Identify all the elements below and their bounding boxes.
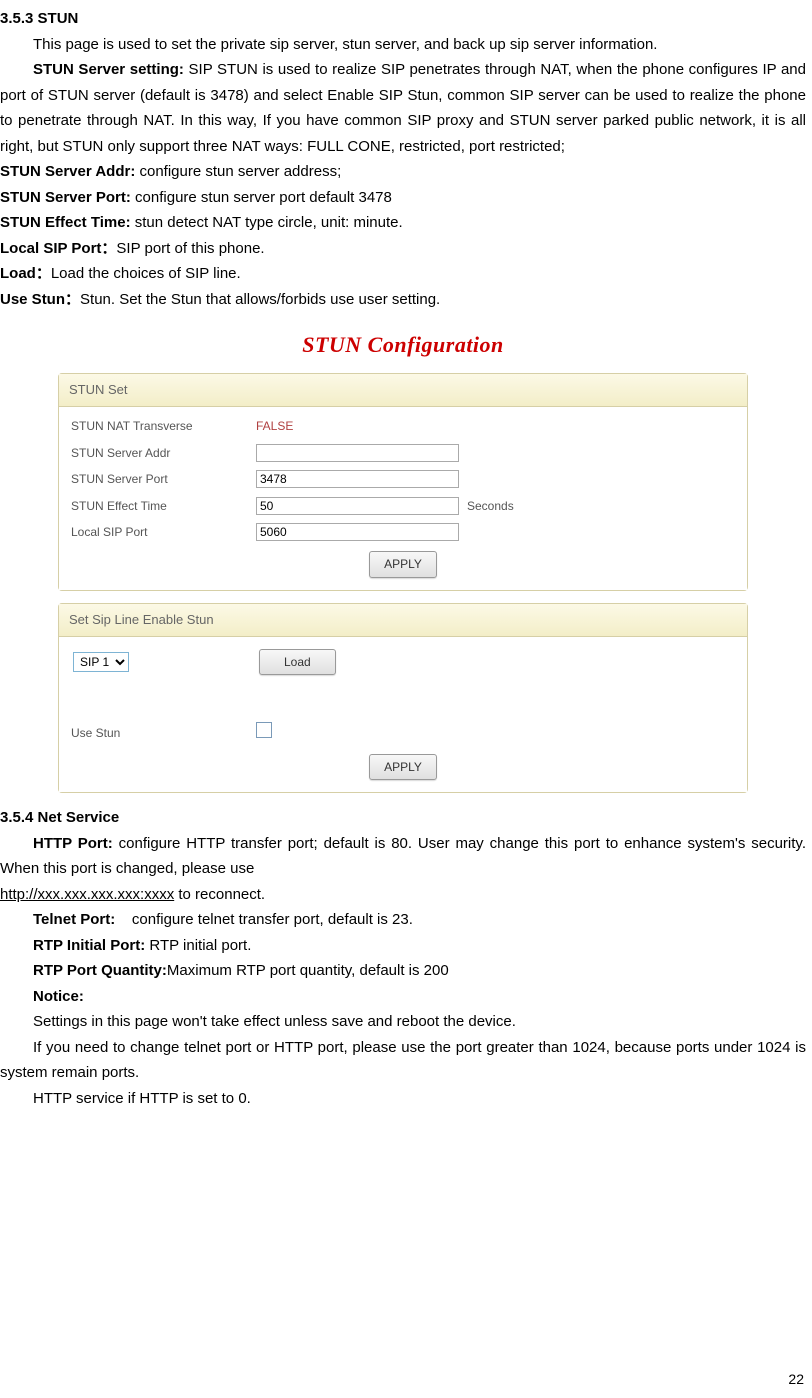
http-port-label: HTTP Port: [33, 835, 113, 852]
intro-paragraph: This page is used to set the private sip… [0, 32, 806, 58]
nat-transverse-value: FALSE [256, 416, 293, 436]
load-text: Load the choices of SIP line. [51, 265, 241, 282]
row-server-port: STUN Server Port [67, 466, 739, 492]
stun-effect-time-label: STUN Effect Time: [0, 214, 131, 231]
http-port-text: configure HTTP transfer port; default is… [0, 835, 806, 878]
server-port-input[interactable] [256, 470, 459, 488]
row-local-sip: Local SIP Port [67, 519, 739, 545]
server-addr-input[interactable] [256, 444, 459, 462]
section-353-title: 3.5.3 STUN [0, 0, 806, 32]
stun-effect-time-text: stun detect NAT type circle, unit: minut… [131, 214, 403, 231]
stun-server-port-text: configure stun server port default 3478 [131, 189, 392, 206]
effect-time-input[interactable] [256, 497, 459, 515]
config-title: STUN Configuration [58, 326, 748, 363]
stun-configuration-screenshot: STUN Configuration STUN Set STUN NAT Tra… [58, 326, 748, 793]
apply-button-2[interactable]: APPLY [369, 754, 437, 780]
stun-server-setting-label: STUN Server setting: [33, 61, 184, 78]
nat-transverse-label: STUN NAT Transverse [67, 416, 256, 436]
rtp-quantity-label: RTP Port Quantity: [33, 962, 167, 979]
row-use-stun: Use Stun [67, 719, 739, 747]
rtp-initial-text: RTP initial port. [145, 937, 251, 954]
rtp-quantity-text: Maximum RTP port quantity, default is 20… [167, 962, 449, 979]
local-sip-row-label: Local SIP Port [67, 522, 256, 542]
server-addr-row-label: STUN Server Addr [67, 443, 256, 463]
load-button[interactable]: Load [259, 649, 336, 675]
stun-server-addr-label: STUN Server Addr: [0, 163, 135, 180]
row-server-addr: STUN Server Addr [67, 440, 739, 466]
stun-server-addr-text: configure stun server address; [135, 163, 341, 180]
effect-time-row-label: STUN Effect Time [67, 496, 256, 516]
page-number: 22 [788, 1368, 804, 1392]
stun-server-port-label: STUN Server Port: [0, 189, 131, 206]
use-stun-row-label: Use Stun [67, 723, 256, 743]
local-sip-input[interactable] [256, 523, 459, 541]
sip-line-header: Set Sip Line Enable Stun [59, 604, 747, 637]
effect-time-unit: Seconds [467, 496, 514, 516]
stun-set-panel: STUN Set STUN NAT Transverse FALSE STUN … [58, 373, 748, 590]
notice-line-1: Settings in this page won't take effect … [0, 1009, 806, 1035]
server-port-row-label: STUN Server Port [67, 469, 256, 489]
notice-label: Notice: [33, 988, 84, 1005]
row-effect-time: STUN Effect Time Seconds [67, 493, 739, 519]
telnet-port-text: configure telnet transfer port, default … [115, 911, 413, 928]
telnet-port-label: Telnet Port: [33, 911, 115, 928]
sip-line-panel: Set Sip Line Enable Stun SIP 1 Load Use … [58, 603, 748, 793]
sip-line-select[interactable]: SIP 1 [73, 652, 129, 672]
stun-set-header: STUN Set [59, 374, 747, 407]
local-sip-port-text: SIP port of this phone. [116, 240, 264, 257]
notice-line-3: HTTP service if HTTP is set to 0. [0, 1086, 806, 1112]
use-stun-label: Use Stun： [0, 291, 80, 308]
rtp-initial-label: RTP Initial Port: [33, 937, 145, 954]
notice-line-2: If you need to change telnet port or HTT… [0, 1039, 806, 1082]
use-stun-text: Stun. Set the Stun that allows/forbids u… [80, 291, 440, 308]
http-port-text2: to reconnect. [174, 886, 265, 903]
load-label: Load： [0, 265, 51, 282]
local-sip-port-label: Local SIP Port： [0, 240, 116, 257]
use-stun-checkbox[interactable] [256, 722, 272, 738]
http-url-text: http://xxx.xxx.xxx.xxx:xxxx [0, 886, 174, 903]
apply-button-1[interactable]: APPLY [369, 551, 437, 577]
row-nat-transverse: STUN NAT Transverse FALSE [67, 413, 739, 439]
section-354-title: 3.5.4 Net Service [0, 799, 806, 831]
